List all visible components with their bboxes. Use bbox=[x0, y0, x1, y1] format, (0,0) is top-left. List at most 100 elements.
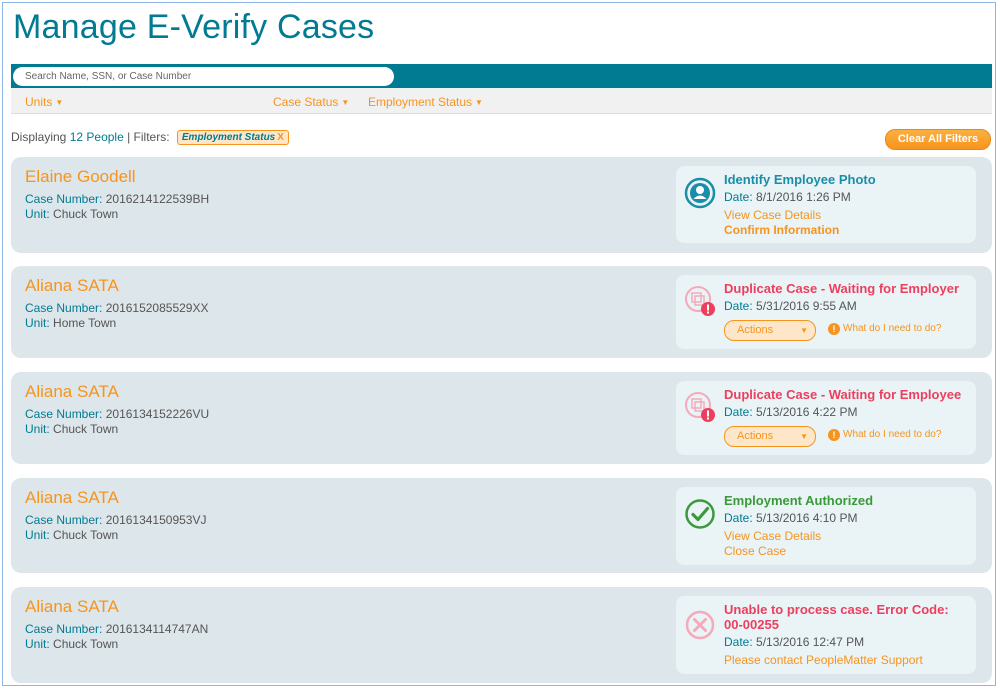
results-summary: Displaying 12 People | Filters: Employme… bbox=[11, 130, 289, 145]
case-number-label: Case Number: bbox=[25, 192, 103, 206]
help-link[interactable]: ! What do I need to do? bbox=[828, 429, 941, 441]
case-number-value: 2016134152226VU bbox=[105, 407, 210, 421]
chevron-down-icon: ▼ bbox=[475, 98, 483, 107]
case-status-dropdown[interactable]: Case Status ▼ bbox=[273, 95, 349, 109]
status-title: Duplicate Case - Waiting for Employee bbox=[724, 387, 962, 402]
unit-label: Unit: bbox=[25, 528, 50, 542]
unit: Unit: Chuck Town bbox=[25, 637, 118, 651]
info-icon: ! bbox=[828, 323, 840, 335]
case-status-panel: Employment Authorized Date: 5/13/2016 4:… bbox=[676, 487, 976, 565]
case-card: Aliana SATA Case Number: 2016134152226VU… bbox=[11, 372, 992, 464]
duplicate-alert-icon bbox=[685, 392, 715, 422]
remove-filter-icon[interactable]: X bbox=[277, 132, 284, 143]
case-number: Case Number: 2016134114747AN bbox=[25, 622, 208, 636]
status-date: Date: 5/13/2016 4:22 PM bbox=[724, 405, 857, 419]
case-number-label: Case Number: bbox=[25, 622, 103, 636]
help-link[interactable]: ! What do I need to do? bbox=[828, 323, 941, 335]
date-value: 8/1/2016 1:26 PM bbox=[756, 190, 851, 204]
employment-status-dropdown[interactable]: Employment Status ▼ bbox=[368, 95, 483, 109]
unit-label: Unit: bbox=[25, 422, 50, 436]
actions-label: Actions bbox=[737, 324, 774, 336]
chevron-down-icon: ▼ bbox=[55, 98, 64, 107]
case-card: Elaine Goodell Case Number: 201621412253… bbox=[11, 157, 992, 253]
view-case-details-link[interactable]: View Case Details bbox=[724, 208, 821, 222]
error-x-icon bbox=[685, 610, 715, 640]
close-case-link[interactable]: Close Case bbox=[724, 544, 786, 558]
summary-prefix: Displaying bbox=[11, 130, 67, 144]
case-card: Aliana SATA Case Number: 2016134114747AN… bbox=[11, 587, 992, 683]
units-dropdown-label: Units bbox=[25, 95, 53, 109]
unit: Unit: Chuck Town bbox=[25, 422, 118, 436]
date-value: 5/13/2016 4:22 PM bbox=[756, 405, 858, 419]
help-link-label: What do I need to do? bbox=[843, 429, 942, 440]
help-link-label: What do I need to do? bbox=[843, 323, 942, 334]
contact-support-link[interactable]: Please contact PeopleMatter Support bbox=[724, 653, 923, 667]
app-window: Manage E-Verify Cases Units▼ Case Status… bbox=[2, 2, 996, 686]
case-number-label: Case Number: bbox=[25, 301, 103, 315]
date-value: 5/13/2016 4:10 PM bbox=[756, 511, 858, 525]
employee-name[interactable]: Aliana SATA bbox=[25, 488, 119, 508]
filter-bar: Units ▼ Case Status ▼ Employment Status ▼ bbox=[11, 88, 992, 114]
unit-value: Chuck Town bbox=[53, 528, 119, 542]
status-date: Date: 5/13/2016 4:10 PM bbox=[724, 511, 857, 525]
search-input[interactable] bbox=[13, 67, 394, 86]
actions-label: Actions bbox=[737, 430, 774, 442]
unit-label: Unit: bbox=[25, 207, 50, 221]
case-status-dropdown-label: Case Status bbox=[273, 95, 339, 109]
case-number: Case Number: 2016134150953VJ bbox=[25, 513, 206, 527]
case-status-panel: Identify Employee Photo Date: 8/1/2016 1… bbox=[676, 166, 976, 243]
chevron-down-icon: ▼ bbox=[341, 98, 350, 107]
search-bar bbox=[11, 64, 992, 88]
unit-label: Unit: bbox=[25, 316, 50, 330]
date-value: 5/13/2016 12:47 PM bbox=[756, 635, 865, 649]
unit-value: Home Town bbox=[53, 316, 117, 330]
status-date: Date: 8/1/2016 1:26 PM bbox=[724, 190, 851, 204]
unit-value: Chuck Town bbox=[53, 207, 119, 221]
filter-chip-label: Employment Status bbox=[181, 132, 276, 143]
info-icon: ! bbox=[828, 429, 840, 441]
confirm-information-link[interactable]: Confirm Information bbox=[724, 223, 839, 237]
case-status-panel: Duplicate Case - Waiting for Employer Da… bbox=[676, 275, 976, 349]
case-number: Case Number: 2016134152226VU bbox=[25, 407, 209, 421]
status-title: Identify Employee Photo bbox=[724, 172, 876, 187]
actions-dropdown[interactable]: Actions ▼ bbox=[724, 426, 816, 447]
view-case-details-link[interactable]: View Case Details bbox=[724, 529, 821, 543]
duplicate-alert-icon bbox=[685, 286, 715, 316]
filters-label: | Filters: bbox=[127, 130, 170, 144]
chevron-down-icon: ▼ bbox=[800, 326, 808, 335]
clear-all-filters-button[interactable]: Clear All Filters bbox=[885, 129, 991, 150]
employee-name[interactable]: Aliana SATA bbox=[25, 382, 119, 402]
case-card: Aliana SATA Case Number: 2016134150953VJ… bbox=[11, 478, 992, 573]
status-date: Date: 5/13/2016 12:47 PM bbox=[724, 635, 864, 649]
user-photo-icon bbox=[684, 177, 716, 209]
date-value: 5/31/2016 9:55 AM bbox=[756, 299, 857, 313]
employee-name[interactable]: Aliana SATA bbox=[25, 597, 119, 617]
unit-label: Unit: bbox=[25, 637, 50, 651]
chevron-down-icon: ▼ bbox=[800, 432, 808, 441]
case-number-value: 2016214122539BH bbox=[105, 192, 210, 206]
status-title: Unable to process case. Error Code: 00-0… bbox=[724, 602, 949, 632]
date-label: Date: bbox=[724, 511, 753, 525]
case-number-value: 2016152085529XX bbox=[105, 301, 209, 315]
date-label: Date: bbox=[724, 405, 753, 419]
employment-status-dropdown-label: Employment Status bbox=[368, 95, 473, 109]
case-number-label: Case Number: bbox=[25, 513, 103, 527]
filter-chip-employment-status[interactable]: Employment Status X bbox=[176, 130, 289, 145]
unit-value: Chuck Town bbox=[53, 422, 119, 436]
case-status-panel: Unable to process case. Error Code: 00-0… bbox=[676, 596, 976, 674]
people-count[interactable]: 12 People bbox=[70, 130, 124, 144]
check-circle-icon bbox=[685, 499, 715, 529]
employee-name[interactable]: Elaine Goodell bbox=[25, 167, 136, 187]
case-number-value: 2016134150953VJ bbox=[105, 513, 207, 527]
units-dropdown[interactable]: Units ▼ bbox=[25, 95, 63, 109]
date-label: Date: bbox=[724, 635, 753, 649]
unit-value: Chuck Town bbox=[53, 637, 119, 651]
status-title: Employment Authorized bbox=[724, 493, 874, 508]
actions-dropdown[interactable]: Actions ▼ bbox=[724, 320, 816, 341]
date-label: Date: bbox=[724, 190, 753, 204]
unit: Unit: Chuck Town bbox=[25, 207, 118, 221]
status-date: Date: 5/31/2016 9:55 AM bbox=[724, 299, 857, 313]
case-status-panel: Duplicate Case - Waiting for Employee Da… bbox=[676, 381, 976, 455]
employee-name[interactable]: Aliana SATA bbox=[25, 276, 119, 296]
unit: Unit: Chuck Town bbox=[25, 528, 118, 542]
